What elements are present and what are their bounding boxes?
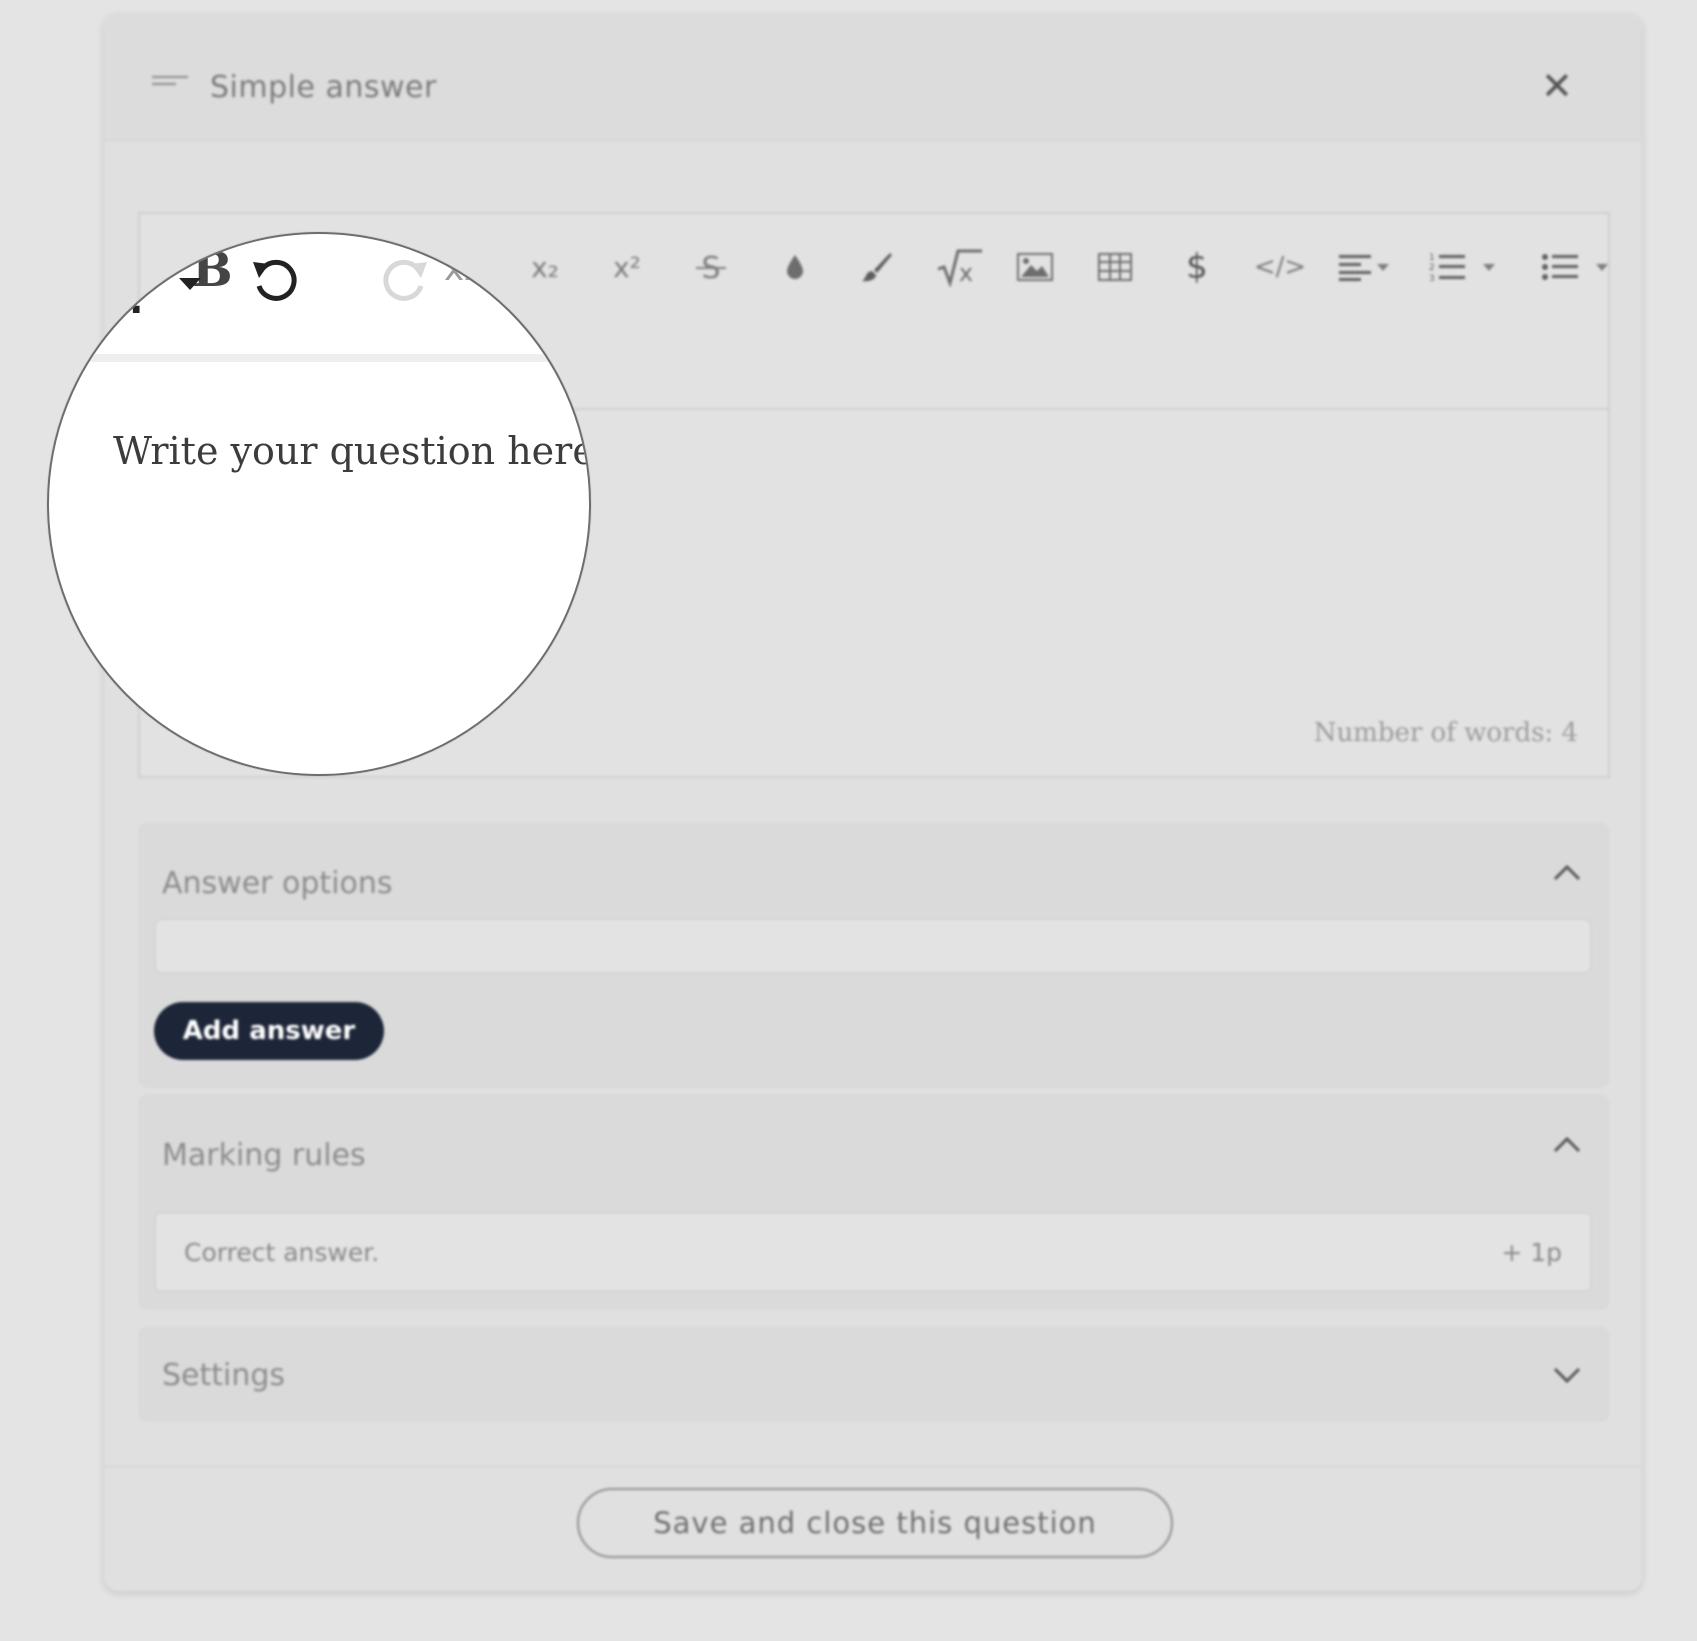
redo-icon[interactable] (379, 256, 431, 312)
chevron-up-icon[interactable] (1552, 1130, 1582, 1160)
marking-rules-title: Marking rules (162, 1138, 366, 1173)
card-header: Simple answer ✕ (104, 14, 1642, 141)
subscript-icon[interactable]: x₂ (444, 249, 478, 289)
answer-options-title: Answer options (162, 866, 393, 901)
dollar-icon[interactable]: $ (1172, 242, 1222, 292)
magnifier-lens: B . x₂ Write your question here... (47, 232, 591, 776)
bullet-list-dropdown[interactable] (1530, 242, 1620, 292)
chevron-down-icon[interactable] (179, 278, 201, 290)
dollar-label: $ (1186, 247, 1208, 287)
superscript-label: x² (613, 250, 641, 284)
answer-input[interactable] (154, 918, 1592, 974)
chevron-down-icon (1377, 263, 1389, 271)
svg-text:x: x (959, 259, 973, 287)
chevron-up-icon[interactable] (1552, 858, 1582, 888)
add-answer-button[interactable]: Add answer (154, 1002, 384, 1060)
drag-lines-icon[interactable] (152, 76, 188, 90)
marking-rule-row[interactable]: Correct answer. + 1p (154, 1212, 1592, 1292)
table-icon[interactable] (1090, 242, 1140, 292)
svg-text:3: 3 (1429, 274, 1435, 283)
chevron-down-icon (1483, 263, 1495, 271)
math-sqrt-icon[interactable]: x (930, 242, 990, 292)
close-icon[interactable]: ✕ (1541, 64, 1573, 108)
svg-text:1: 1 (1429, 253, 1435, 263)
settings-section[interactable]: Settings (138, 1326, 1610, 1422)
rule-points: + 1p (1501, 1238, 1562, 1267)
question-type-title: Simple answer (210, 70, 437, 105)
align-dropdown[interactable] (1332, 242, 1396, 292)
footer-divider (104, 1466, 1642, 1467)
chevron-down-icon[interactable] (1552, 1360, 1582, 1390)
font-select[interactable]: . (129, 278, 143, 322)
marking-rules-section: Marking rules Correct answer. + 1p (138, 1094, 1610, 1310)
question-placeholder: Write your question here... (113, 429, 591, 473)
code-icon[interactable]: </> (1252, 242, 1308, 292)
code-label: </> (1253, 252, 1307, 282)
ordered-list-dropdown[interactable]: 123 (1422, 242, 1502, 292)
chevron-down-icon (1596, 263, 1608, 271)
word-count: Number of words: 4 (1313, 718, 1578, 748)
undo-icon[interactable] (249, 256, 301, 312)
superscript-icon[interactable]: x² (602, 242, 652, 292)
answer-options-section: Answer options Add answer (138, 822, 1610, 1088)
settings-title: Settings (162, 1358, 286, 1393)
strikethrough-icon[interactable]: S (686, 242, 736, 292)
text-color-icon[interactable] (770, 242, 820, 292)
save-and-close-button[interactable]: Save and close this question (577, 1488, 1173, 1558)
image-icon[interactable] (1010, 242, 1060, 292)
rule-label: Correct answer. (184, 1238, 380, 1267)
highlight-brush-icon[interactable] (852, 242, 902, 292)
svg-text:2: 2 (1429, 263, 1435, 273)
question-text-input[interactable]: Write your question here... (113, 428, 591, 473)
subscript-icon[interactable]: x₂ (520, 242, 570, 292)
toolbar-divider (49, 354, 589, 362)
subscript-label: x₂ (531, 250, 559, 284)
